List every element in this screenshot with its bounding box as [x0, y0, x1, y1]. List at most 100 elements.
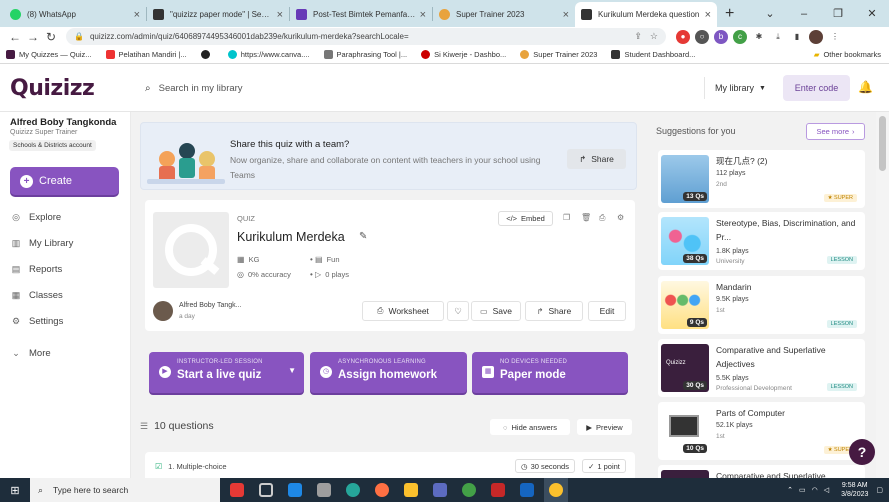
- copy-icon[interactable]: ❐: [563, 213, 570, 222]
- other-bookmarks[interactable]: ▰ Other bookmarks: [814, 50, 881, 59]
- embed-button[interactable]: </> Embed: [498, 211, 553, 226]
- quizizz-logo[interactable]: Quizizz: [10, 76, 95, 101]
- url-field[interactable]: 🔒 quizizz.com/admin/quiz/640689744953460…: [66, 28, 666, 45]
- sidebar-item-settings[interactable]: ⚙ Settings: [10, 316, 63, 327]
- extension-icon[interactable]: b: [714, 29, 728, 44]
- user-name[interactable]: Alfred Boby Tangkonda: [10, 117, 116, 128]
- hide-answers-button[interactable]: ◌ Hide answers: [490, 419, 570, 435]
- reload-icon[interactable]: ↻: [42, 30, 60, 44]
- question-item[interactable]: ☑ 1. Multiple-choice ◷ 30 seconds ✓ 1 point: [145, 452, 635, 478]
- menu-icon[interactable]: ⋮: [828, 30, 842, 44]
- print-icon[interactable]: ⎙: [599, 213, 605, 223]
- assign-homework-button[interactable]: ◷ ASYNCHRONOUS LEARNING Assign homework: [310, 352, 467, 393]
- close-tab-icon[interactable]: ×: [705, 9, 711, 21]
- chrome-icon[interactable]: [457, 478, 481, 502]
- suggestion-card[interactable]: 10 Qs Parts of Computer 52.1K plays 1st …: [658, 402, 865, 460]
- edit-button[interactable]: Edit: [588, 301, 626, 321]
- browser-tab[interactable]: Super Trainer 2023 ×: [433, 2, 575, 27]
- preview-button[interactable]: ▶ Preview: [577, 419, 632, 435]
- suggestion-card[interactable]: Comparative and Superlative: [658, 465, 865, 478]
- edge-icon[interactable]: [341, 478, 365, 502]
- battery-icon[interactable]: ▭: [799, 486, 806, 494]
- volume-icon[interactable]: ◁: [824, 486, 829, 494]
- page-scrollbar[interactable]: [876, 112, 889, 478]
- file-explorer-icon[interactable]: [399, 478, 423, 502]
- settings-icon[interactable]: ⚙: [617, 213, 624, 222]
- browser-tab[interactable]: Post-Test Bimtek Pemanfaatan ×: [290, 2, 432, 27]
- sidebar-item-my-library[interactable]: ▥ My Library: [10, 238, 74, 249]
- bookmark[interactable]: https://www.canva....: [227, 50, 310, 59]
- store-icon[interactable]: [428, 478, 452, 502]
- profile-avatar[interactable]: [809, 29, 823, 44]
- close-tab-icon[interactable]: ×: [134, 9, 140, 21]
- puzzle-icon[interactable]: ✱: [752, 30, 766, 44]
- extension-icon[interactable]: ●: [676, 29, 690, 44]
- bookmark[interactable]: Paraphrasing Tool |...: [323, 50, 407, 59]
- clock[interactable]: 9:58 AM 3/8/2023: [841, 481, 868, 499]
- firefox-icon[interactable]: [370, 478, 394, 502]
- sidebar-item-more[interactable]: ⌄ More: [10, 348, 50, 359]
- share-team-button[interactable]: ↱ Share: [567, 149, 626, 169]
- bookmark[interactable]: Super Trainer 2023: [520, 50, 597, 59]
- library-search[interactable]: ⌕ Search in my library: [137, 77, 702, 99]
- browser-tab-active[interactable]: Kurikulum Merdeka question ×: [575, 2, 717, 27]
- maximize-icon[interactable]: ❐: [821, 7, 855, 20]
- taskbar-search[interactable]: ⌕ Type here to search: [30, 478, 220, 502]
- paper-mode-button[interactable]: ▦ NO DEVICES NEEDED Paper mode: [472, 352, 628, 393]
- author-name[interactable]: Alfred Boby Tangk...: [179, 302, 242, 309]
- bookmark[interactable]: Pelatihan Mandiri |...: [105, 50, 187, 59]
- sidebar-item-explore[interactable]: ◎ Explore: [10, 212, 61, 223]
- close-tab-icon[interactable]: ×: [563, 9, 569, 21]
- question-time[interactable]: ◷ 30 seconds: [515, 459, 575, 473]
- mail-icon[interactable]: [283, 478, 307, 502]
- suggestion-card[interactable]: 38 Qs Stereotype, Bias, Discrimination, …: [658, 212, 865, 270]
- suggestion-card[interactable]: Quizizz 30 Qs Comparative and Superlative…: [658, 339, 865, 397]
- save-button[interactable]: ▭ Save: [471, 301, 521, 321]
- minimize-icon[interactable]: –: [787, 8, 821, 20]
- delete-icon[interactable]: 🗑: [581, 213, 591, 222]
- my-library-dropdown[interactable]: My library ▼: [704, 77, 776, 99]
- sidebar-item-reports[interactable]: ▤ Reports: [10, 264, 63, 275]
- suggestion-card[interactable]: 9 Qs Mandarin 9.5K plays 1st LESSON: [658, 276, 865, 334]
- back-icon[interactable]: ←: [6, 30, 24, 44]
- wifi-icon[interactable]: ◠: [812, 486, 818, 494]
- sidepanel-icon[interactable]: ▮: [790, 30, 804, 44]
- create-button[interactable]: + Create: [10, 167, 119, 195]
- bookmark[interactable]: Student Dashboard...: [611, 50, 695, 59]
- close-window-icon[interactable]: ✕: [855, 7, 889, 20]
- bell-icon[interactable]: 🔔: [858, 80, 873, 94]
- help-button[interactable]: ?: [849, 439, 875, 465]
- bookmark[interactable]: [200, 50, 214, 59]
- extension-icon[interactable]: ○: [695, 29, 709, 44]
- start-live-quiz-button[interactable]: ▶ INSTRUCTOR-LED SESSION Start a live qu…: [149, 352, 304, 393]
- task-view-icon[interactable]: [254, 478, 278, 502]
- close-tab-icon[interactable]: ×: [420, 9, 426, 21]
- browser-tab[interactable]: "quizizz paper mode" | Search ×: [147, 2, 289, 27]
- notification-icon[interactable]: ▢: [876, 486, 883, 494]
- tab-search-icon[interactable]: ⌄: [753, 7, 787, 20]
- question-points[interactable]: ✓ 1 point: [582, 459, 626, 473]
- like-button[interactable]: ♡: [447, 301, 469, 321]
- close-tab-icon[interactable]: ×: [277, 9, 283, 21]
- enter-code-button[interactable]: Enter code: [783, 75, 850, 101]
- new-tab-button[interactable]: +: [717, 5, 742, 27]
- chrome-active-icon[interactable]: [544, 478, 568, 502]
- edit-title-icon[interactable]: ✎: [359, 231, 367, 242]
- download-icon[interactable]: ⤓: [771, 30, 785, 44]
- chevron-up-icon[interactable]: ⌃: [787, 486, 793, 494]
- browser-tab[interactable]: (8) WhatsApp ×: [4, 2, 146, 27]
- camera-icon[interactable]: [312, 478, 336, 502]
- see-more-button[interactable]: See more ›: [806, 123, 865, 140]
- worksheet-button[interactable]: ⎙ Worksheet: [362, 301, 444, 321]
- extension-icon[interactable]: c: [733, 29, 747, 44]
- suggestion-card[interactable]: 13 Qs 现在几点? (2) 112 plays 2nd ★ SUPER: [658, 150, 865, 208]
- bookmark-star-icon[interactable]: ☆: [650, 31, 658, 42]
- word-icon[interactable]: [515, 478, 539, 502]
- bookmark[interactable]: My Quizzes — Quiz...: [6, 50, 92, 59]
- pin-app-icon[interactable]: [225, 478, 249, 502]
- share-button[interactable]: ↱ Share: [525, 301, 583, 321]
- caret-down-icon[interactable]: ▼: [288, 366, 296, 375]
- windows-start-icon[interactable]: ⊞: [0, 484, 30, 497]
- sidebar-item-classes[interactable]: ▦ Classes: [10, 290, 63, 301]
- share-page-icon[interactable]: ⇪: [634, 31, 642, 42]
